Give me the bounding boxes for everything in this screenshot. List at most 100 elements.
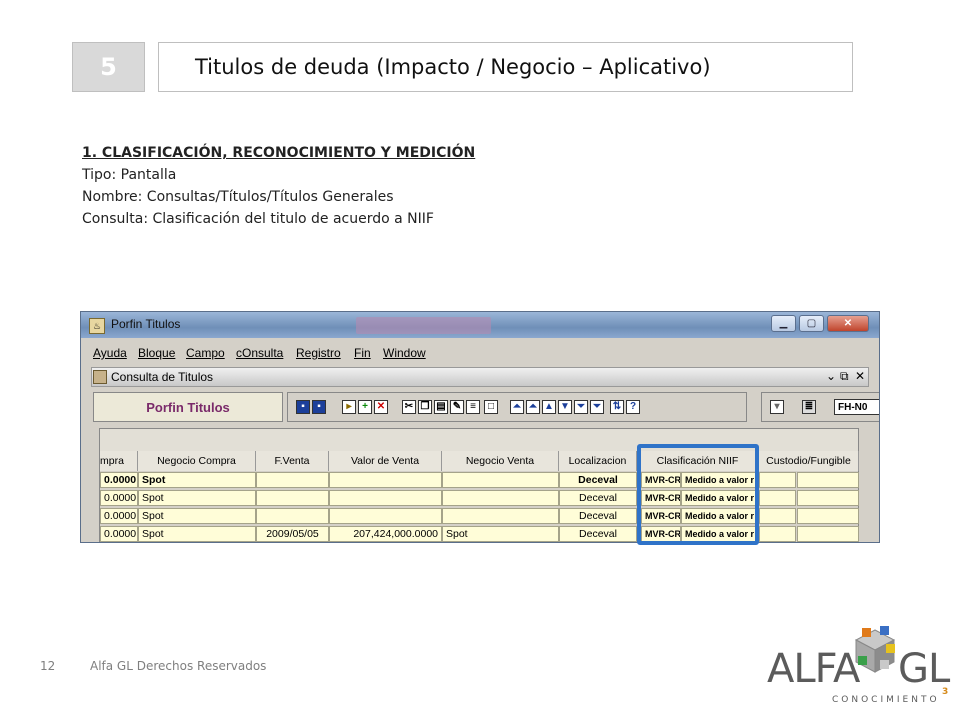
section-number: 5 — [100, 53, 117, 81]
cell-negocio-venta[interactable]: Spot — [442, 526, 559, 542]
menu-registro[interactable]: Registro — [296, 346, 341, 360]
logo-tagline: CONOCIMIENTO — [832, 695, 940, 705]
menu-campo[interactable]: Campo — [186, 346, 225, 360]
menu-ayuda[interactable]: Ayuda — [93, 346, 127, 360]
subwindow-icon — [93, 370, 107, 384]
cut-icon[interactable]: ✂ — [402, 400, 416, 414]
cell-fungible[interactable] — [797, 472, 859, 488]
info-query: Consulta: Clasificación del titulo de ac… — [82, 211, 434, 227]
cell-negocio-venta[interactable] — [442, 490, 559, 506]
add-record-icon[interactable]: + — [358, 400, 372, 414]
prev-record-icon[interactable]: ▲ — [542, 400, 556, 414]
slide-title-box: Titulos de deuda (Impacto / Negocio – Ap… — [158, 42, 853, 92]
sub-minimize-icon[interactable]: ⌄ — [826, 369, 836, 383]
menu-bloque[interactable]: Bloque — [138, 346, 175, 360]
field-code: FH-N0 — [834, 399, 879, 415]
window-title: Porfin Titulos — [111, 317, 181, 331]
cell-negocio-venta[interactable] — [442, 472, 559, 488]
info-name: Nombre: Consultas/Títulos/Títulos Genera… — [82, 189, 394, 205]
maximize-button[interactable]: ▢ — [799, 315, 824, 332]
menu-fin[interactable]: Fin — [354, 346, 371, 360]
slide-title: Titulos de deuda (Impacto / Negocio – Ap… — [195, 55, 711, 79]
col-negocio-venta: Negocio Venta — [442, 451, 559, 471]
cell-negocio-compra[interactable]: Spot — [138, 508, 256, 524]
cell-compra[interactable]: 0.0000 — [100, 490, 138, 506]
close-button[interactable]: ✕ — [827, 315, 869, 332]
edit-icon[interactable]: ✎ — [450, 400, 464, 414]
cell-fungible[interactable] — [797, 508, 859, 524]
copy-icon[interactable]: ❐ — [418, 400, 432, 414]
first-block-icon[interactable]: ⏶ — [510, 400, 524, 414]
cell-fungible[interactable] — [797, 490, 859, 506]
menu-bar: Ayuda Bloque Campo cOnsulta Registro Fin… — [81, 344, 879, 362]
section-number-box: 5 — [72, 42, 145, 92]
cell-localizacion[interactable]: Deceval — [559, 526, 637, 542]
page-number: 12 — [40, 659, 56, 673]
niif-column-highlight — [637, 444, 759, 545]
last-block-icon[interactable]: ⏷ — [590, 400, 604, 414]
open-icon[interactable]: ▸ — [342, 400, 356, 414]
subwindow-titlebar: Consulta de Titulos ⌄ ⧉ ✕ — [91, 367, 869, 387]
paste-icon[interactable]: ▤ — [434, 400, 448, 414]
col-fventa: F.Venta — [256, 451, 329, 471]
sub-restore-icon[interactable]: ⧉ — [840, 369, 849, 384]
cell-negocio-venta[interactable] — [442, 508, 559, 524]
cell-fventa[interactable] — [256, 490, 329, 506]
cell-fventa[interactable] — [256, 508, 329, 524]
cell-custodio[interactable] — [759, 526, 796, 542]
cell-valor-venta[interactable] — [329, 508, 442, 524]
cell-fungible[interactable] — [797, 526, 859, 542]
cell-valor-venta[interactable] — [329, 490, 442, 506]
cell-negocio-compra[interactable]: Spot — [138, 472, 256, 488]
cell-valor-venta[interactable] — [329, 472, 442, 488]
clear-icon[interactable]: □ — [484, 400, 498, 414]
menu-window[interactable]: Window — [383, 346, 426, 360]
cell-valor-venta[interactable]: 207,424,000.0000 — [329, 526, 442, 542]
window-titlebar: ♨ Porfin Titulos ▁ ▢ ✕ — [81, 312, 879, 338]
logo-word-alfa: ALFA — [767, 646, 860, 692]
next-block-icon[interactable]: ⏷ — [574, 400, 588, 414]
col-localizacion: Localizacion — [559, 451, 637, 471]
footer-copyright: Alfa GL Derechos Reservados — [90, 659, 267, 673]
cell-fventa[interactable]: 2009/05/05 — [256, 526, 329, 542]
cell-localizacion[interactable]: Deceval — [559, 472, 637, 488]
info-type: Tipo: Pantalla — [82, 167, 177, 183]
blurred-title-area — [356, 317, 491, 334]
prev-block-icon[interactable]: ⏶ — [526, 400, 540, 414]
sort-icon[interactable]: ⇅ — [610, 400, 624, 414]
cell-negocio-compra[interactable]: Spot — [138, 490, 256, 506]
menu-consulta[interactable]: cOnsulta — [236, 346, 283, 360]
module-label: Porfin Titulos — [146, 399, 230, 415]
module-label-panel: Porfin Titulos — [93, 392, 283, 422]
alfa-gl-logo: ALFA GL CONOCIMIENTO 3 — [760, 622, 960, 720]
print-icon[interactable]: ▪ — [312, 400, 326, 414]
cell-custodio[interactable] — [759, 508, 796, 524]
toolbar-right: ▾ ≣ FH-N0 — [761, 392, 879, 422]
logo-word-gl: GL — [898, 646, 950, 692]
app-icon: ♨ — [89, 318, 105, 334]
cell-negocio-compra[interactable]: Spot — [138, 526, 256, 542]
cell-fventa[interactable] — [256, 472, 329, 488]
minimize-button[interactable]: ▁ — [771, 315, 796, 332]
sub-close-icon[interactable]: ✕ — [855, 369, 865, 383]
col-valor-venta: Valor de Venta — [329, 451, 442, 471]
col-compra: mpra — [100, 451, 138, 471]
next-record-icon[interactable]: ▼ — [558, 400, 572, 414]
cell-custodio[interactable] — [759, 490, 796, 506]
cell-compra[interactable]: 0.0000 — [100, 508, 138, 524]
save-icon[interactable]: ▪ — [296, 400, 310, 414]
app-screenshot: ♨ Porfin Titulos ▁ ▢ ✕ Ayuda Bloque Camp… — [80, 311, 880, 543]
field-code-icon: ≣ — [802, 400, 816, 414]
cell-localizacion[interactable]: Deceval — [559, 490, 637, 506]
cell-compra[interactable]: 0.0000 — [100, 526, 138, 542]
cell-custodio[interactable] — [759, 472, 796, 488]
list-icon[interactable]: ≡ — [466, 400, 480, 414]
logo-cube-icon — [854, 626, 896, 673]
cell-localizacion[interactable]: Deceval — [559, 508, 637, 524]
dropdown-icon[interactable]: ▾ — [770, 400, 784, 414]
subwindow-title: Consulta de Titulos — [111, 370, 214, 384]
cell-compra[interactable]: 0.0000 — [100, 472, 138, 488]
delete-record-icon[interactable]: ✕ — [374, 400, 388, 414]
help-icon[interactable]: ? — [626, 400, 640, 414]
info-heading: 1. CLASIFICACIÓN, RECONOCIMIENTO Y MEDIC… — [82, 145, 476, 161]
